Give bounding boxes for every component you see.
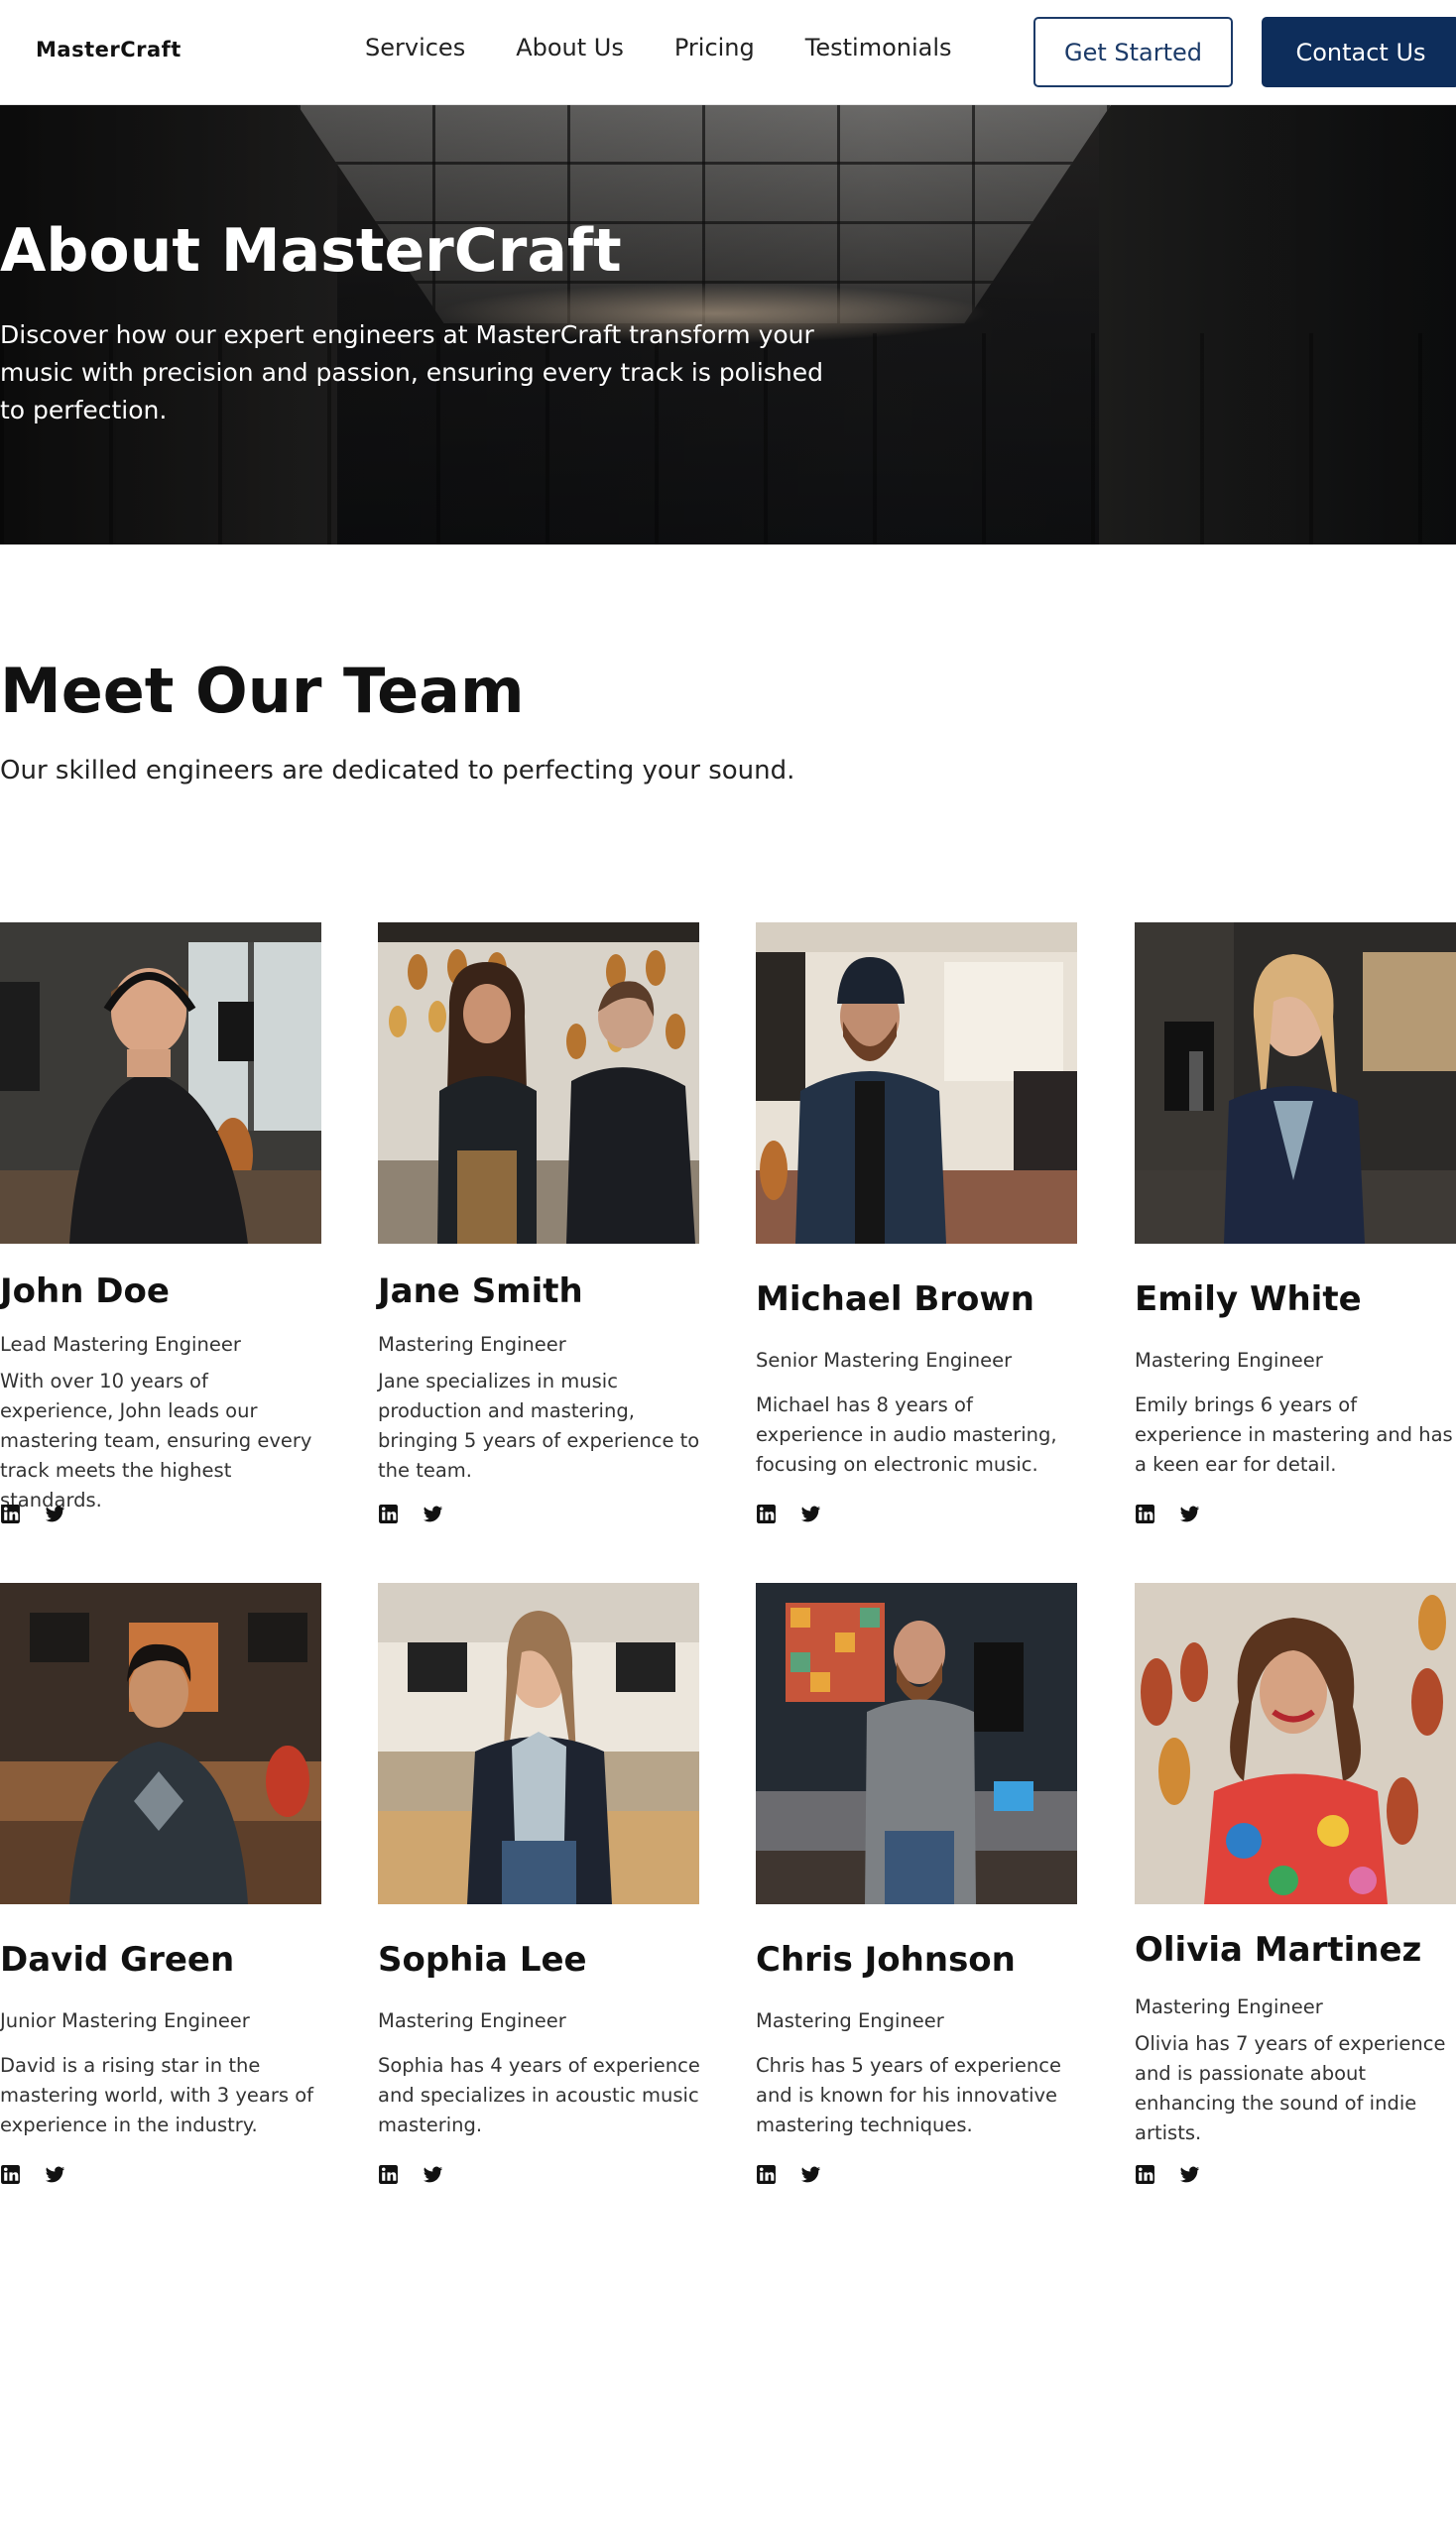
team-member-bio: David is a rising star in the mastering … [0, 2054, 314, 2136]
logo[interactable]: MasterCraft [36, 38, 182, 61]
contact-us-button[interactable]: Contact Us [1262, 17, 1456, 87]
team-member-photo [1135, 922, 1456, 1244]
team-member-name: Emily White [1135, 1279, 1362, 1319]
team-member-bio: Chris has 5 years of experience and is k… [756, 2054, 1061, 2136]
top-navigation: MasterCraft Services About Us Pricing Te… [0, 0, 1456, 105]
team-member-bio: With over 10 years of experience, John l… [0, 1370, 312, 1511]
linkedin-icon[interactable] [1135, 1504, 1155, 1524]
linkedin-icon[interactable] [756, 2164, 777, 2185]
twitter-icon[interactable] [800, 1504, 821, 1524]
team-member-name: Sophia Lee [378, 1940, 587, 1980]
social-links [0, 1504, 65, 1524]
nav-links: Services About Us Pricing Testimonials [365, 34, 952, 61]
linkedin-icon[interactable] [378, 1504, 399, 1524]
team-member-role: Junior Mastering Engineer [0, 2009, 250, 2032]
team-member-photo [756, 922, 1077, 1244]
twitter-icon[interactable] [1179, 2164, 1200, 2185]
team-member-name: Olivia Martinez [1135, 1930, 1422, 1970]
team-card: Chris Johnson Mastering Engineer Chris h… [756, 1583, 1077, 2184]
team-member-role: Mastering Engineer [378, 2009, 566, 2032]
team-member-bio: Michael has 8 years of experience in aud… [756, 1393, 1057, 1476]
team-member-bio: Olivia has 7 years of experience and is … [1135, 2032, 1446, 2144]
nav-link-pricing[interactable]: Pricing [674, 34, 755, 61]
team-card: Emily White Mastering Engineer Emily bri… [1135, 922, 1456, 1523]
team-member-bio: Emily brings 6 years of experience in ma… [1135, 1393, 1453, 1476]
team-member-photo [378, 1583, 699, 1904]
team-section-subtitle: Our skilled engineers are dedicated to p… [0, 756, 795, 786]
hero-title: About MasterCraft [0, 216, 622, 286]
linkedin-icon[interactable] [0, 2164, 21, 2185]
team-card: John Doe Lead Mastering Engineer With ov… [0, 922, 321, 1523]
team-member-name: David Green [0, 1940, 235, 1980]
team-card: Michael Brown Senior Mastering Engineer … [756, 922, 1077, 1523]
get-started-button[interactable]: Get Started [1033, 17, 1233, 87]
twitter-icon[interactable] [45, 2164, 65, 2185]
team-member-role: Mastering Engineer [378, 1333, 566, 1356]
twitter-icon[interactable] [45, 1504, 65, 1524]
team-member-role: Mastering Engineer [1135, 1995, 1323, 2018]
team-member-bio: Sophia has 4 years of experience and spe… [378, 2054, 700, 2136]
nav-link-services[interactable]: Services [365, 34, 465, 61]
social-links [1135, 1504, 1200, 1524]
team-member-name: John Doe [0, 1271, 170, 1311]
team-section-title: Meet Our Team [0, 655, 525, 727]
twitter-icon[interactable] [423, 2164, 443, 2185]
team-member-name: Chris Johnson [756, 1940, 1016, 1980]
team-member-role: Mastering Engineer [756, 2009, 944, 2032]
team-member-role: Mastering Engineer [1135, 1349, 1323, 1372]
team-member-photo [378, 922, 699, 1244]
social-links [756, 2164, 821, 2185]
hero-description: Discover how our expert engineers at Mas… [0, 320, 823, 424]
team-member-photo [756, 1583, 1077, 1904]
team-card: Olivia Martinez Mastering Engineer Olivi… [1135, 1583, 1456, 2184]
social-links [756, 1504, 821, 1524]
linkedin-icon[interactable] [756, 1504, 777, 1524]
hero-section: About MasterCraft Discover how our exper… [0, 105, 1456, 544]
linkedin-icon[interactable] [0, 1504, 21, 1524]
twitter-icon[interactable] [423, 1504, 443, 1524]
team-member-photo [1135, 1583, 1456, 1904]
team-card: David Green Junior Mastering Engineer Da… [0, 1583, 321, 2184]
team-member-bio: Jane specializes in music production and… [378, 1370, 700, 1482]
team-member-role: Senior Mastering Engineer [756, 1349, 1013, 1372]
twitter-icon[interactable] [1179, 1504, 1200, 1524]
team-member-photo [0, 1583, 321, 1904]
team-card: Sophia Lee Mastering Engineer Sophia has… [378, 1583, 700, 2184]
nav-link-testimonials[interactable]: Testimonials [805, 34, 952, 61]
linkedin-icon[interactable] [1135, 2164, 1155, 2185]
team-member-name: Michael Brown [756, 1279, 1034, 1319]
twitter-icon[interactable] [800, 2164, 821, 2185]
team-member-photo [0, 922, 321, 1244]
nav-link-about-us[interactable]: About Us [516, 34, 624, 61]
social-links [378, 2164, 443, 2185]
social-links [0, 2164, 65, 2185]
social-links [378, 1504, 443, 1524]
team-member-role: Lead Mastering Engineer [0, 1333, 241, 1356]
team-card: Jane Smith Mastering Engineer Jane speci… [378, 922, 699, 1523]
social-links [1135, 2164, 1200, 2185]
team-member-name: Jane Smith [378, 1271, 583, 1311]
linkedin-icon[interactable] [378, 2164, 399, 2185]
